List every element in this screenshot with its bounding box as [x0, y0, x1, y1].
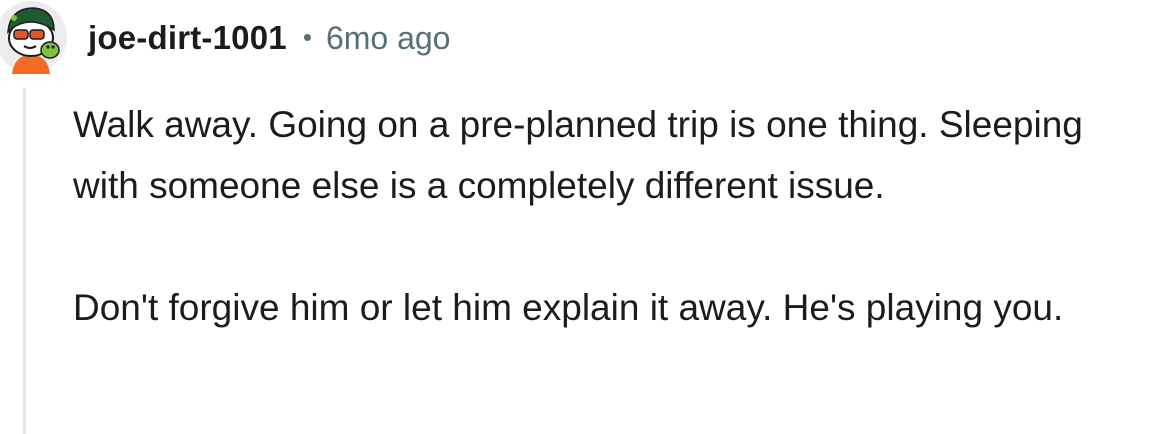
- separator-dot: •: [302, 21, 312, 52]
- thread-collapse-line[interactable]: [23, 88, 26, 434]
- comment-header: joe-dirt-1001 • 6mo ago: [88, 14, 450, 62]
- comment-paragraph: Walk away. Going on a pre-planned trip i…: [73, 104, 1083, 206]
- comment-body: Walk away. Going on a pre-planned trip i…: [73, 94, 1151, 338]
- comment: joe-dirt-1001 • 6mo ago Walk away. Going…: [0, 0, 1153, 434]
- timestamp-link[interactable]: 6mo ago: [326, 20, 451, 57]
- snoo-avatar-icon: [0, 1, 67, 74]
- comment-paragraph: Don't forgive him or let him explain it …: [73, 287, 1064, 328]
- username-link[interactable]: joe-dirt-1001: [88, 19, 287, 57]
- user-avatar[interactable]: [0, 0, 68, 74]
